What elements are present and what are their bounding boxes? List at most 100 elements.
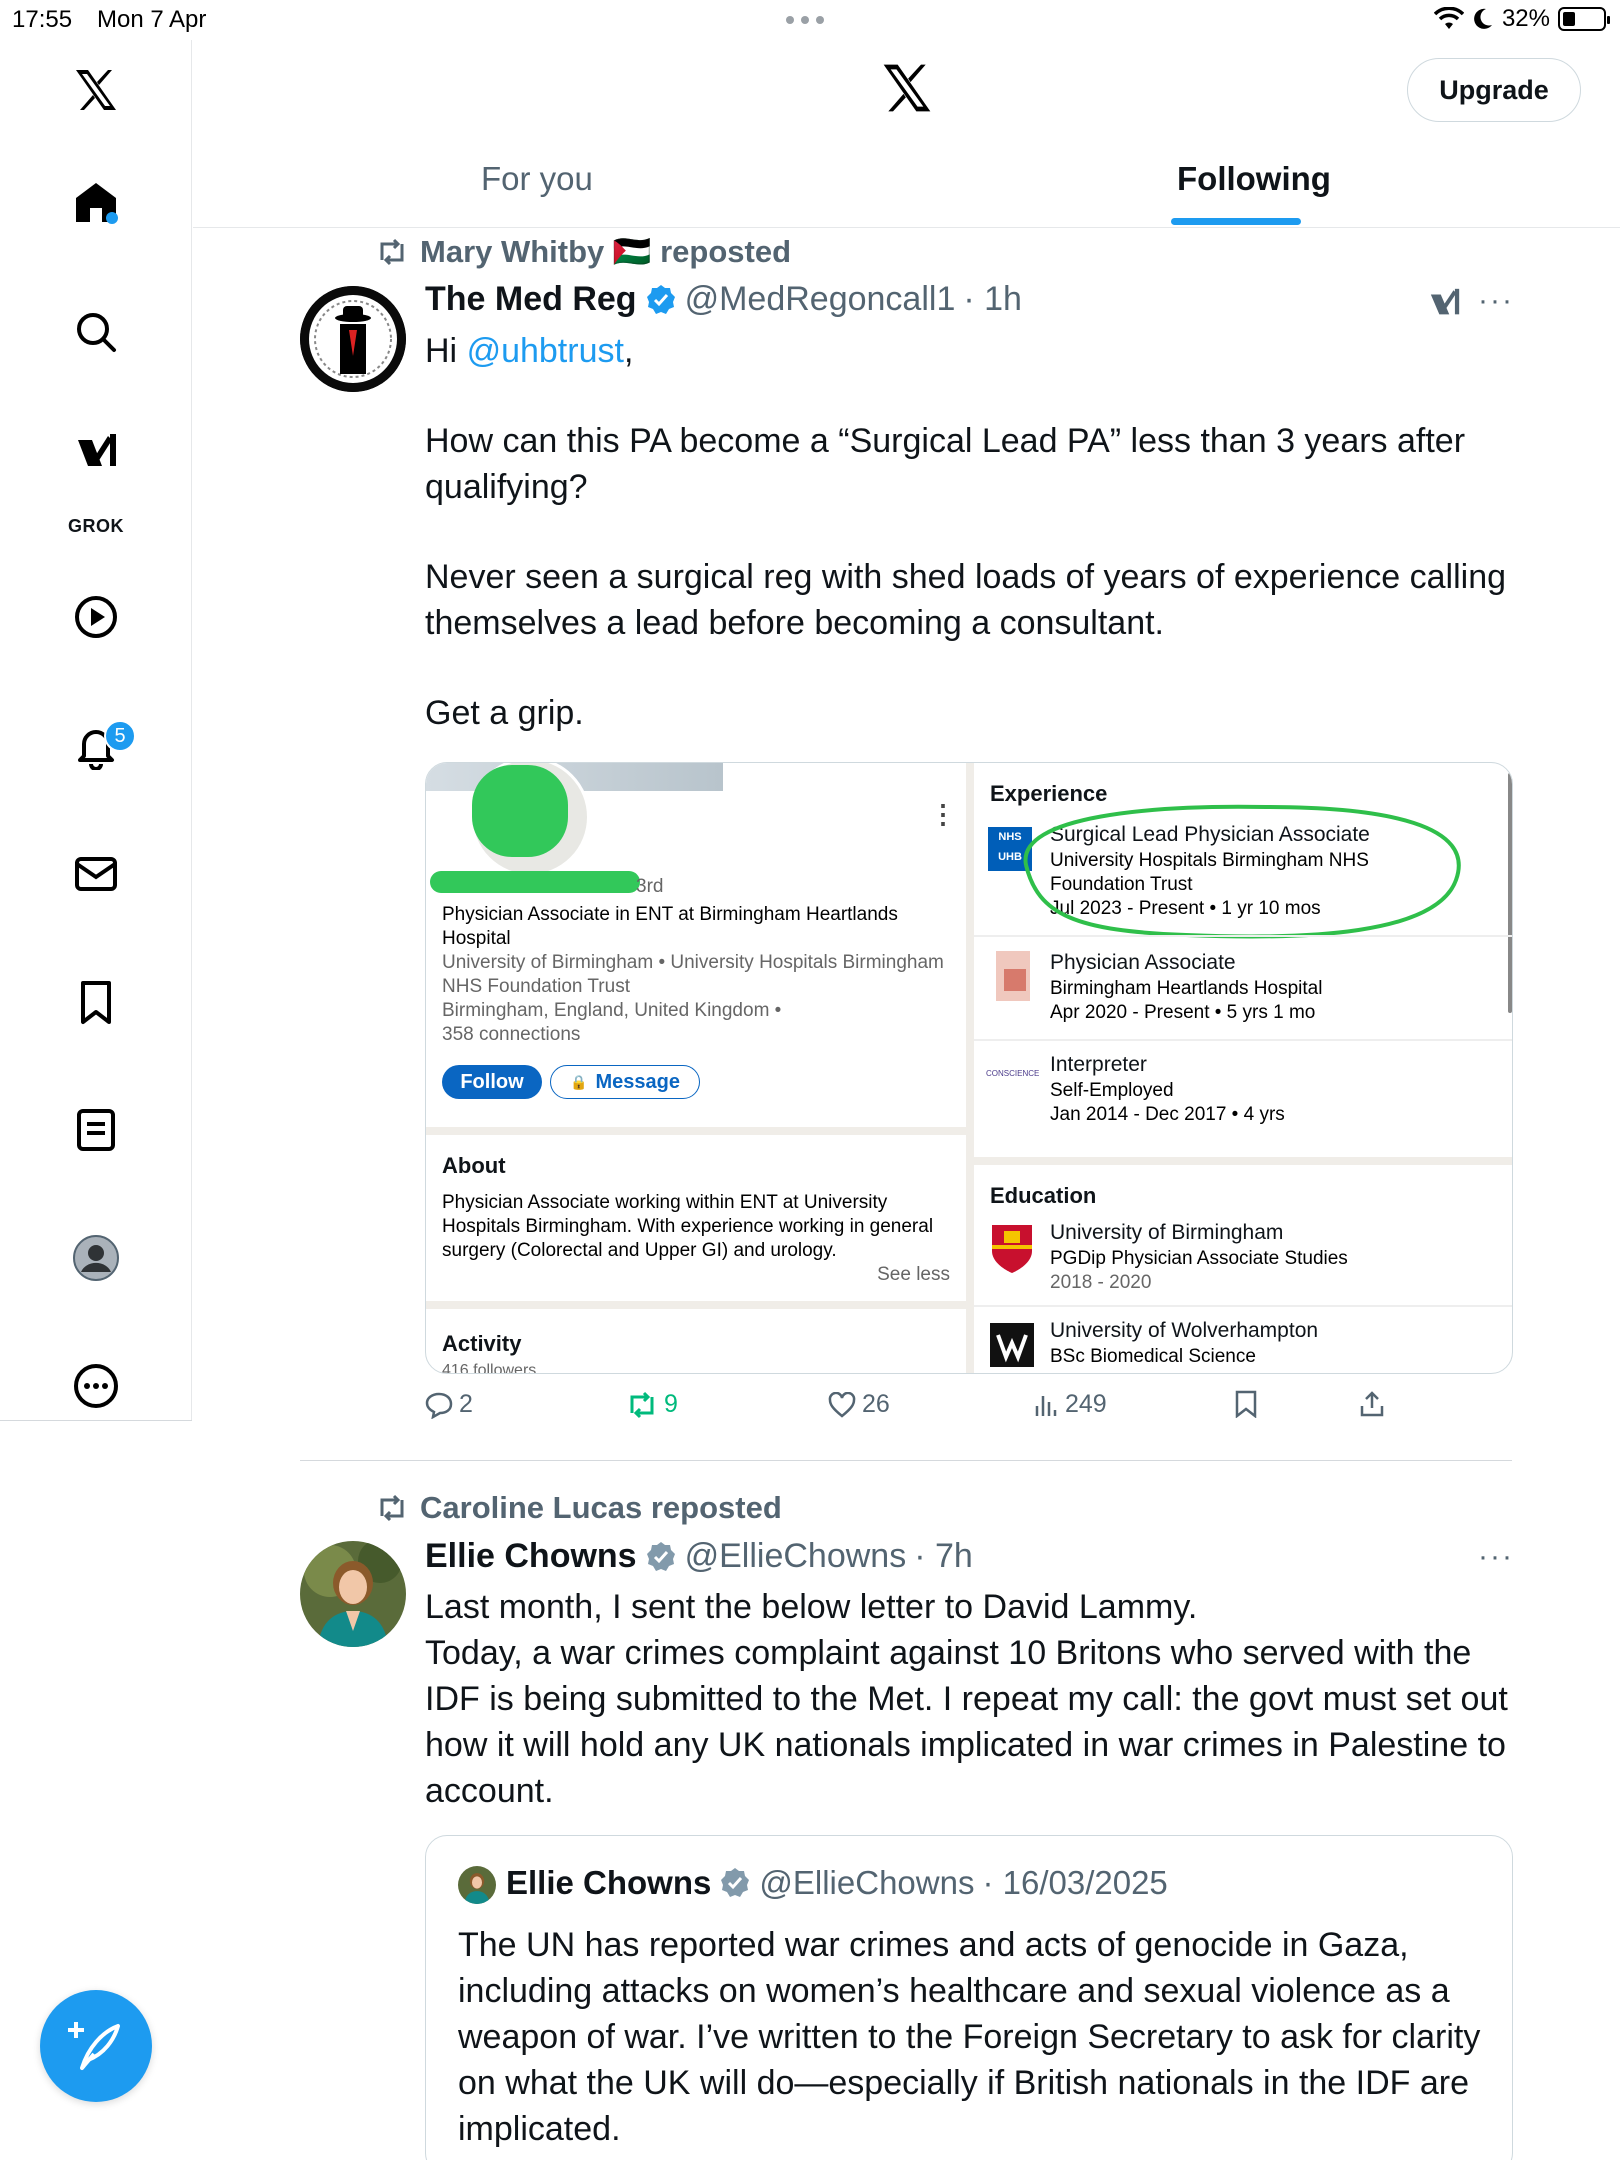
mail-icon[interactable]	[66, 844, 126, 904]
redaction-mark	[430, 871, 640, 893]
notification-count-badge: 5	[104, 720, 136, 752]
status-time: 17:55	[12, 6, 73, 33]
tweet-image[interactable]: ⋮ 3rd Physician Associate in ENT at Birm…	[425, 762, 1513, 1374]
education-degree-1: PGDip Physician Associate Studies	[1050, 1248, 1348, 1269]
views-count: 249	[1065, 1390, 1107, 1418]
about-text: Physician Associate working within ENT a…	[442, 1192, 934, 1261]
quoted-tweet[interactable]: Ellie Chowns @EllieChowns · 16/03/2025 T…	[425, 1835, 1513, 2160]
tab-for-you[interactable]: For you	[481, 160, 593, 198]
tweet-paragraph: Never seen a surgical reg with shed load…	[425, 558, 1507, 642]
author-name[interactable]: The Med Reg	[425, 280, 637, 319]
top-header: Upgrade For you Following	[193, 40, 1620, 228]
upgrade-button[interactable]: Upgrade	[1407, 58, 1581, 122]
avatar[interactable]	[300, 1541, 406, 1647]
more-options-icon[interactable]: ···	[1478, 1540, 1514, 1574]
x-logo-icon	[879, 60, 935, 121]
tab-active-indicator	[1171, 218, 1301, 225]
wolverhampton-logo	[990, 1323, 1034, 1367]
repost-by-label: Caroline Lucas reposted	[420, 1490, 782, 1525]
more-icon[interactable]	[66, 1356, 126, 1416]
author-handle[interactable]: @EllieChowns	[685, 1537, 907, 1576]
hospital-logo	[990, 951, 1034, 1003]
grok-icon[interactable]	[66, 422, 126, 482]
compose-post-button[interactable]	[40, 1990, 152, 2102]
share-icon	[1360, 1391, 1384, 1417]
avatar[interactable]	[300, 286, 406, 392]
linkedin-left-panel: ⋮ 3rd Physician Associate in ENT at Birm…	[426, 763, 966, 1373]
repost-count: 9	[664, 1390, 678, 1418]
share-button[interactable]	[1359, 1390, 1385, 1418]
message-label: Message	[595, 1070, 680, 1093]
grok-explain-icon[interactable]	[1428, 286, 1462, 325]
anonymous-avatar-icon	[300, 286, 406, 392]
mention-link[interactable]: @uhbtrust	[467, 332, 624, 370]
post-time[interactable]: · 1h	[963, 280, 1022, 319]
compose-icon	[68, 2022, 120, 2070]
conscience-logo: CONSCIENCE	[986, 1069, 1040, 1078]
repost-context[interactable]: Caroline Lucas reposted	[376, 1490, 782, 1526]
repost-icon	[630, 1391, 654, 1418]
video-icon[interactable]	[66, 587, 126, 647]
bookmark-button[interactable]	[1234, 1390, 1258, 1418]
home-icon[interactable]	[66, 172, 126, 232]
about-title: About	[442, 1153, 506, 1178]
repost-by-label: Mary Whitby 🇵🇸 reposted	[420, 234, 792, 269]
education-title: Education	[990, 1183, 1097, 1208]
repost-icon	[380, 1494, 404, 1522]
status-bar: 17:55 Mon 7 Apr 32%	[0, 0, 1620, 40]
search-icon[interactable]	[66, 302, 126, 362]
repost-icon	[380, 238, 404, 265]
author-name[interactable]: Ellie Chowns	[425, 1537, 637, 1576]
tweet-comma: ,	[623, 332, 634, 370]
tweet-text: Hi @uhbtrust, How can this PA become a “…	[425, 328, 1515, 736]
battery-icon	[1558, 7, 1610, 31]
quote-author-line: Ellie Chowns @EllieChowns · 16/03/2025	[506, 1864, 1168, 1902]
battery-percent: 32%	[1501, 5, 1550, 32]
views-icon	[1035, 1395, 1057, 1416]
linkedin-message-button: 🔒 Message	[550, 1065, 700, 1099]
quote-avatar	[458, 1866, 496, 1904]
tweet-text: Last month, I sent the below letter to D…	[425, 1588, 1508, 1810]
uob-crest-logo	[990, 1223, 1034, 1275]
sidebar: GROK 5	[0, 40, 192, 1420]
x-logo-icon[interactable]	[66, 60, 126, 120]
quote-author-handle: @EllieChowns	[759, 1864, 975, 1901]
tab-following[interactable]: Following	[1177, 160, 1331, 198]
multitasking-dots[interactable]	[786, 16, 824, 24]
linkedin-connections: 358 connections	[442, 1024, 581, 1045]
redaction-mark	[472, 765, 568, 857]
bookmark-icon	[1235, 1390, 1257, 1418]
section-divider	[426, 1127, 966, 1135]
linkedin-headline: Physician Associate in ENT at Birmingham…	[442, 904, 898, 949]
tweet-greeting: Hi	[425, 332, 467, 370]
divider	[974, 935, 1512, 937]
profile-icon[interactable]	[66, 1228, 126, 1288]
tweet-paragraph: Get a grip.	[425, 694, 584, 732]
moon-icon	[1474, 8, 1492, 29]
more-options-icon[interactable]: ···	[1478, 284, 1514, 318]
reply-button[interactable]: 2	[425, 1390, 473, 1419]
views-button[interactable]: 249	[1033, 1390, 1107, 1419]
education-school-2: University of Wolverhampton	[1050, 1319, 1319, 1342]
grok-label: GROK	[68, 516, 124, 536]
quote-date: · 16/03/2025	[982, 1864, 1168, 1901]
divider	[974, 1305, 1512, 1307]
status-date: Mon 7 Apr	[97, 6, 207, 33]
education-dates-1: 2018 - 2020	[1050, 1272, 1152, 1293]
repost-button[interactable]: 9	[626, 1390, 678, 1419]
person-avatar-icon	[300, 1541, 406, 1647]
education-school-1: University of Birmingham	[1050, 1221, 1284, 1244]
linkedin-follow-button: Follow	[442, 1065, 542, 1099]
bookmark-icon[interactable]	[66, 972, 126, 1032]
tweet-author-line: The Med Reg @MedRegoncall1 · 1h	[425, 280, 1022, 319]
lists-icon[interactable]	[66, 1100, 126, 1160]
author-handle[interactable]: @MedRegoncall1	[685, 280, 956, 319]
quote-author-name: Ellie Chowns	[506, 1864, 712, 1901]
lock-icon: 🔒	[570, 1073, 588, 1090]
activity-title: Activity	[442, 1331, 522, 1356]
like-button[interactable]: 26	[828, 1390, 890, 1419]
experience-dates-2: Apr 2020 - Present • 5 yrs 1 mo	[1050, 1002, 1316, 1023]
tweet-paragraph: How can this PA become a “Surgical Lead …	[425, 422, 1466, 506]
post-time[interactable]: · 7h	[914, 1537, 973, 1576]
repost-context[interactable]: Mary Whitby 🇵🇸 reposted	[376, 233, 791, 270]
